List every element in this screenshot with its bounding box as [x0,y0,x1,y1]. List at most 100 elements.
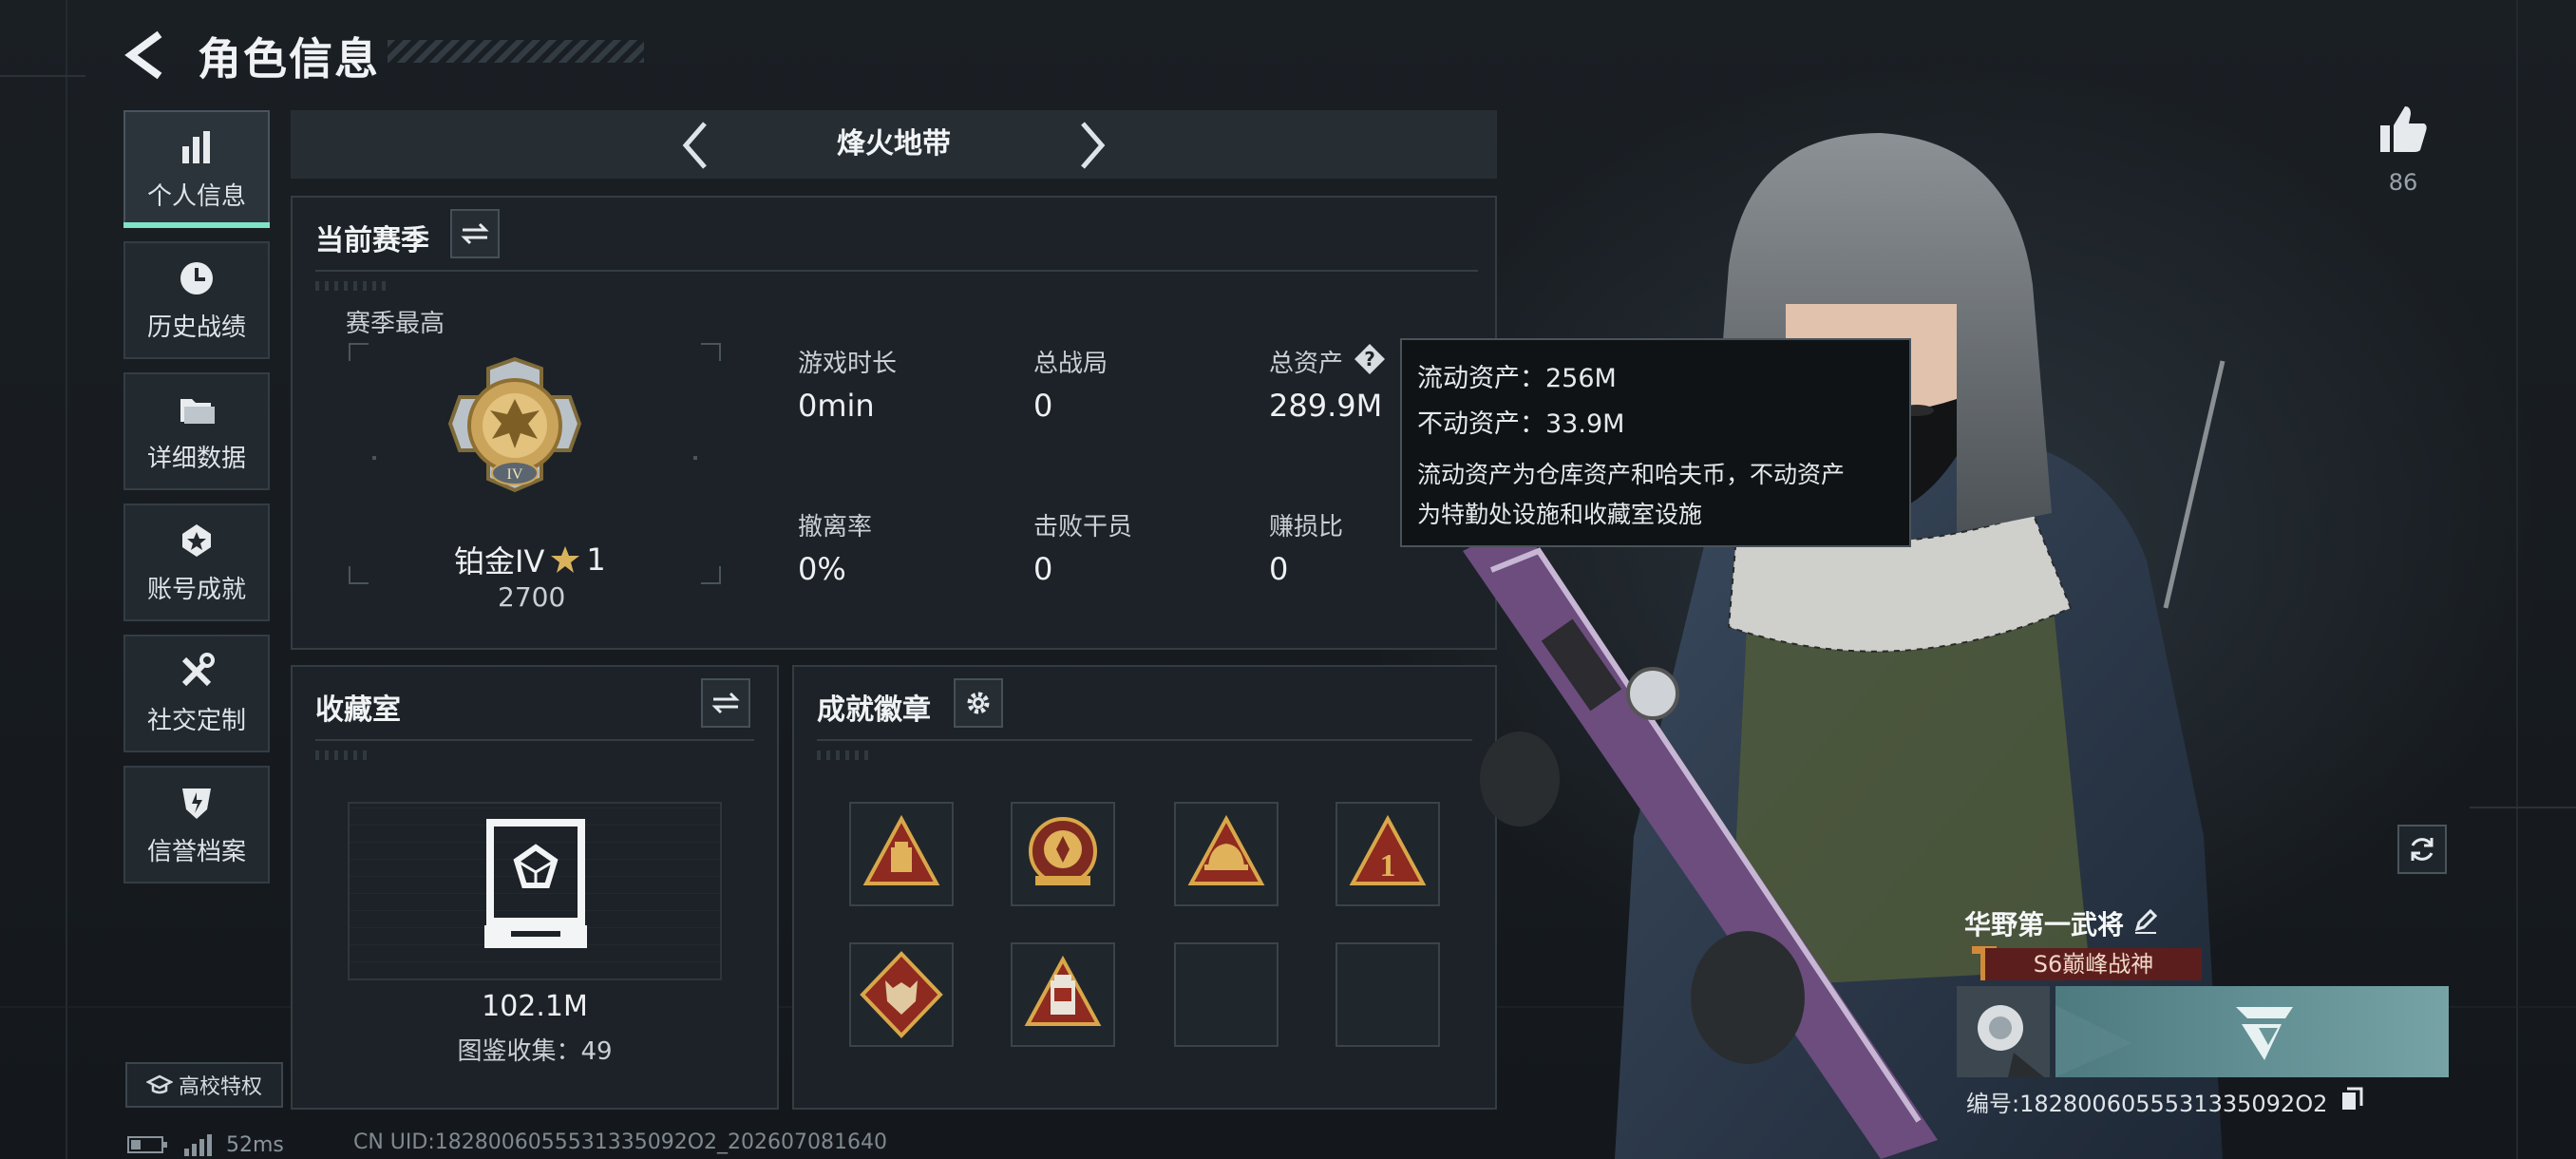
folder-icon [180,398,215,424]
tick-decoration [315,750,372,760]
player-avatar[interactable] [1957,986,2050,1077]
stat-value-extraction-rate: 0% [798,551,846,587]
refresh-button[interactable] [2397,825,2447,874]
stat-value-profit-ratio: 0 [1269,551,1289,587]
swap-icon [461,222,489,245]
current-season-title: 当前赛季 [315,224,429,257]
stat-label-playtime: 游戏时长 [798,350,898,378]
badge-helmet[interactable] [1174,802,1279,906]
tooltip-liquid-assets: 流动资产：256M [1417,364,1617,393]
player-rank-tag: S6巅峰战神 [1985,948,2202,980]
badge-slot-empty[interactable] [1335,942,1440,1047]
season-best-label: 赛季最高 [346,310,445,338]
nav-item-social[interactable]: 社交定制 [123,635,270,752]
achievements-settings-button[interactable] [954,678,1003,728]
nav-item-label: 社交定制 [146,706,246,735]
thumbs-up-icon[interactable] [2377,103,2430,156]
mode-name: 烽火地带 [837,127,951,161]
badge-emblem[interactable] [1011,802,1115,906]
assets-help-button[interactable]: ? [1353,342,1387,376]
tooltip-fixed-assets: 不动资产：33.9M [1417,409,1625,439]
rank-stars: 1 [586,542,606,578]
nav-item-achievements[interactable]: 账号成就 [123,504,270,621]
chevron-left-icon[interactable] [672,118,718,173]
battery-icon [127,1136,167,1153]
stat-label-total-matches: 总战局 [1033,350,1108,378]
card-logo-icon [2055,1005,2293,1077]
status-bar: 52ms [127,1130,284,1159]
player-nickname: 华野第一武将 [1964,909,2125,940]
collection-value: 102.1M [482,990,588,1023]
stat-value-playtime: 0min [798,388,875,424]
campus-privilege-label: 高校特权 [178,1075,262,1099]
tools-icon [181,652,215,686]
edit-pencil-icon[interactable] [2131,906,2160,935]
uid-text: CN UID:1828006055531335092O2_20260708164… [353,1130,887,1154]
platinum-rank-emblem: IV [447,356,582,493]
panel-divider [315,739,754,741]
nav-item-history[interactable]: 历史战绩 [123,241,270,359]
svg-text:?: ? [1364,348,1375,370]
stat-label-profit-ratio: 赚损比 [1269,513,1344,542]
wolf-badge-icon [860,951,943,1038]
badge-wolf[interactable] [849,942,954,1047]
helmet-badge-icon [1187,814,1265,885]
stat-label-total-assets: 总资产 [1269,350,1344,378]
medal-icon [182,523,211,557]
badge-supply[interactable] [849,802,954,906]
title-decoration [388,40,644,63]
badge-slot-empty[interactable] [1174,942,1279,1047]
collection-switch-button[interactable] [701,678,750,728]
season-switch-button[interactable] [450,209,500,258]
badge-number-text: 1 [1380,848,1396,884]
rank-line: 铂金IV 1 [454,538,606,581]
nav-item-reputation[interactable]: 信誉档案 [123,766,270,884]
tick-decoration [315,281,391,291]
likes-count: 86 [2388,169,2418,196]
badge-number-one[interactable]: 1 [1335,802,1440,906]
refresh-icon [2411,838,2434,861]
collection-title: 收藏室 [315,694,401,727]
shield-icon [182,788,211,819]
nav-item-personal-info[interactable]: 个人信息 [123,110,270,228]
badge-canister[interactable] [1011,942,1115,1047]
swap-icon [711,692,740,714]
star-icon [551,546,580,573]
canister-badge-icon [1024,955,1102,1026]
copy-icon[interactable] [2340,1087,2363,1112]
campus-privilege-button[interactable]: 高校特权 [125,1062,283,1108]
chevron-right-icon[interactable] [1070,118,1115,173]
panel-divider [315,270,1478,272]
graduation-cap-icon [145,1074,173,1094]
rank-emblem-text: IV [507,466,523,483]
display-case-icon [484,819,587,948]
tooltip-description-1: 流动资产为仓库资产和哈夫币，不动资产 [1417,461,1846,488]
page-title: 角色信息 [198,33,380,85]
ping-value: 52ms [226,1132,284,1157]
stat-value-total-assets: 289.9M [1269,388,1383,424]
back-arrow-icon[interactable] [122,28,171,82]
stat-value-total-matches: 0 [1033,388,1053,424]
panel-divider [817,739,1472,741]
stat-label-operators-defeated: 击败干员 [1033,513,1133,542]
nav-item-label: 账号成就 [146,575,246,604]
gear-icon [967,692,990,714]
achievements-title: 成就徽章 [817,694,931,727]
tooltip-description-2: 为特勤处设施和收藏室设施 [1417,501,1703,528]
question-icon: ? [1354,344,1385,374]
player-card-plate[interactable] [2055,986,2449,1077]
catalog-count: 图鉴收集：49 [457,1037,613,1066]
rank-name: 铂金IV [454,543,545,580]
bar-chart-icon [182,130,210,163]
clock-icon [180,261,213,294]
nav-item-detailed-data[interactable]: 详细数据 [123,372,270,490]
nav-item-label: 信誉档案 [146,837,246,866]
signal-icon [184,1134,212,1156]
stat-label-extraction-rate: 撤离率 [798,513,873,542]
nav-item-label: 个人信息 [146,181,246,211]
stat-value-operators-defeated: 0 [1033,551,1053,587]
avatar-image [1957,986,2050,1077]
tick-decoration [817,750,874,760]
nav-item-label: 历史战绩 [146,313,246,342]
number-one-badge-icon: 1 [1349,814,1427,885]
